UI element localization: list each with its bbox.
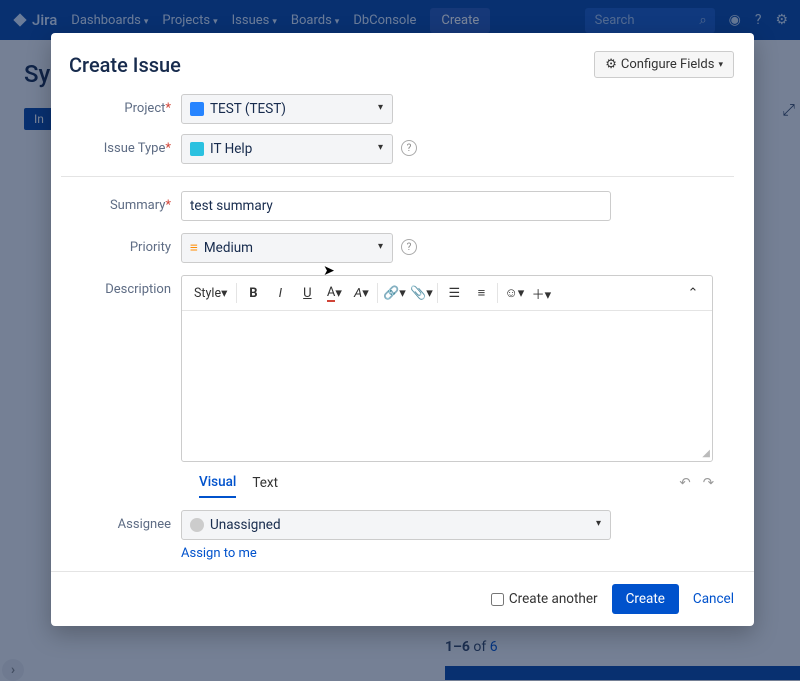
label-description: Description (61, 275, 181, 297)
issue-type-help-icon[interactable]: ? (401, 140, 417, 156)
project-select[interactable]: TEST (TEST) (181, 94, 393, 124)
tb-style-dropdown[interactable]: Style ▾ (188, 280, 233, 306)
resize-handle-icon[interactable]: ◢ (702, 448, 710, 459)
modal-body: Project* TEST (TEST) Issue Type* (51, 92, 754, 571)
tb-link-icon[interactable]: 🔗▾ (381, 280, 407, 306)
create-issue-modal: Create Issue ⚙ Configure Fields Project*… (51, 33, 754, 626)
priority-select[interactable]: ≡ Medium (181, 233, 393, 263)
description-textarea[interactable]: ◢ (182, 311, 712, 461)
create-another-checkbox[interactable]: Create another (491, 591, 598, 607)
create-another-input[interactable] (491, 593, 504, 606)
tb-emoji-icon[interactable]: ☺▾ (501, 280, 527, 306)
tab-visual[interactable]: Visual (199, 468, 236, 498)
label-assignee: Assignee (61, 510, 181, 532)
summary-input[interactable] (181, 191, 611, 221)
tb-bold-icon[interactable]: B (240, 280, 266, 306)
tb-more-icon[interactable]: ＋▾ (528, 280, 554, 306)
gear-icon: ⚙ (605, 57, 617, 72)
tab-text[interactable]: Text (252, 469, 278, 497)
create-submit-button[interactable]: Create (612, 584, 679, 614)
tb-underline-icon[interactable]: U (294, 280, 320, 306)
label-priority: Priority (61, 233, 181, 255)
tb-ul-icon[interactable]: ☰ (441, 280, 467, 306)
tb-textcolor-icon[interactable]: A ▾ (321, 280, 347, 306)
tb-ol-icon[interactable]: ≡ (468, 280, 494, 306)
priority-help-icon[interactable]: ? (401, 239, 417, 255)
tb-collapse-icon[interactable]: ⌃ (680, 280, 706, 306)
label-issue-type: Issue Type* (61, 134, 181, 156)
modal-header: Create Issue ⚙ Configure Fields (51, 33, 754, 92)
project-icon (190, 102, 204, 116)
editor-mode-tabs: Visual Text ↶ ↷ (181, 462, 734, 498)
assign-to-me-link[interactable]: Assign to me (181, 546, 257, 561)
label-project: Project* (61, 94, 181, 116)
modal-title: Create Issue (69, 53, 181, 77)
configure-fields-button[interactable]: ⚙ Configure Fields (594, 51, 734, 78)
tb-attach-icon[interactable]: 📎▾ (408, 280, 434, 306)
undo-icon[interactable]: ↶ (679, 475, 690, 491)
cancel-button[interactable]: Cancel (693, 591, 734, 607)
tb-clearformat-icon[interactable]: A▾ (348, 280, 374, 306)
description-editor: Style ▾ B I U A ▾ A▾ 🔗▾ 📎▾ ☰ (181, 275, 713, 462)
editor-toolbar: Style ▾ B I U A ▾ A▾ 🔗▾ 📎▾ ☰ (182, 276, 712, 311)
label-summary: Summary* (61, 191, 181, 213)
priority-medium-icon: ≡ (190, 240, 198, 256)
modal-footer: Create another Create Cancel (51, 571, 754, 626)
modal-overlay: Create Issue ⚙ Configure Fields Project*… (0, 0, 800, 681)
unassigned-avatar-icon (190, 518, 204, 532)
issue-type-select[interactable]: IT Help (181, 134, 393, 164)
assignee-select[interactable]: Unassigned (181, 510, 611, 540)
tb-italic-icon[interactable]: I (267, 280, 293, 306)
issue-type-icon (190, 142, 204, 156)
redo-icon[interactable]: ↷ (703, 475, 714, 491)
